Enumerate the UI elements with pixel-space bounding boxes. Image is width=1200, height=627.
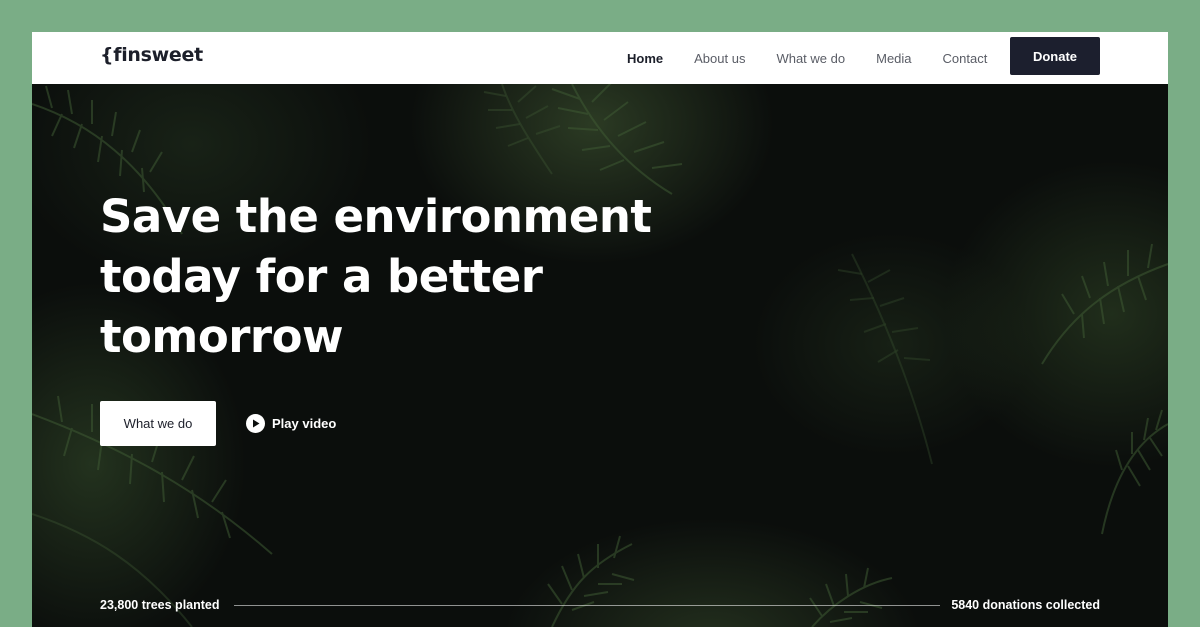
play-video-button[interactable]: Play video bbox=[246, 414, 336, 433]
nav-media[interactable]: Media bbox=[876, 51, 911, 66]
play-video-label: Play video bbox=[272, 416, 337, 431]
play-icon bbox=[246, 414, 265, 433]
what-we-do-button[interactable]: What we do bbox=[100, 401, 216, 446]
donations-collected-stat: 5840 donations collected bbox=[951, 598, 1100, 612]
hero-section: Save the environment today for a better … bbox=[32, 84, 1168, 627]
main-nav: Home About us What we do Media Contact bbox=[627, 32, 1018, 84]
hero-title-line-3: tomorrow bbox=[100, 310, 344, 363]
logo[interactable]: {finsweet bbox=[100, 44, 203, 66]
site-header: {finsweet Home About us What we do Media… bbox=[32, 32, 1168, 84]
nav-what-we-do[interactable]: What we do bbox=[776, 51, 845, 66]
hero-title: Save the environment today for a better … bbox=[100, 187, 660, 367]
stats-divider bbox=[234, 605, 940, 606]
nav-home[interactable]: Home bbox=[627, 51, 663, 66]
nav-contact[interactable]: Contact bbox=[943, 51, 988, 66]
donate-button[interactable]: Donate bbox=[1010, 37, 1100, 75]
page-frame: {finsweet Home About us What we do Media… bbox=[32, 32, 1168, 627]
trees-planted-stat: 23,800 trees planted bbox=[100, 598, 220, 612]
hero-title-line-2: today for a better bbox=[100, 250, 543, 303]
hero-title-line-1: Save the environment bbox=[100, 190, 652, 243]
nav-about-us[interactable]: About us bbox=[694, 51, 745, 66]
